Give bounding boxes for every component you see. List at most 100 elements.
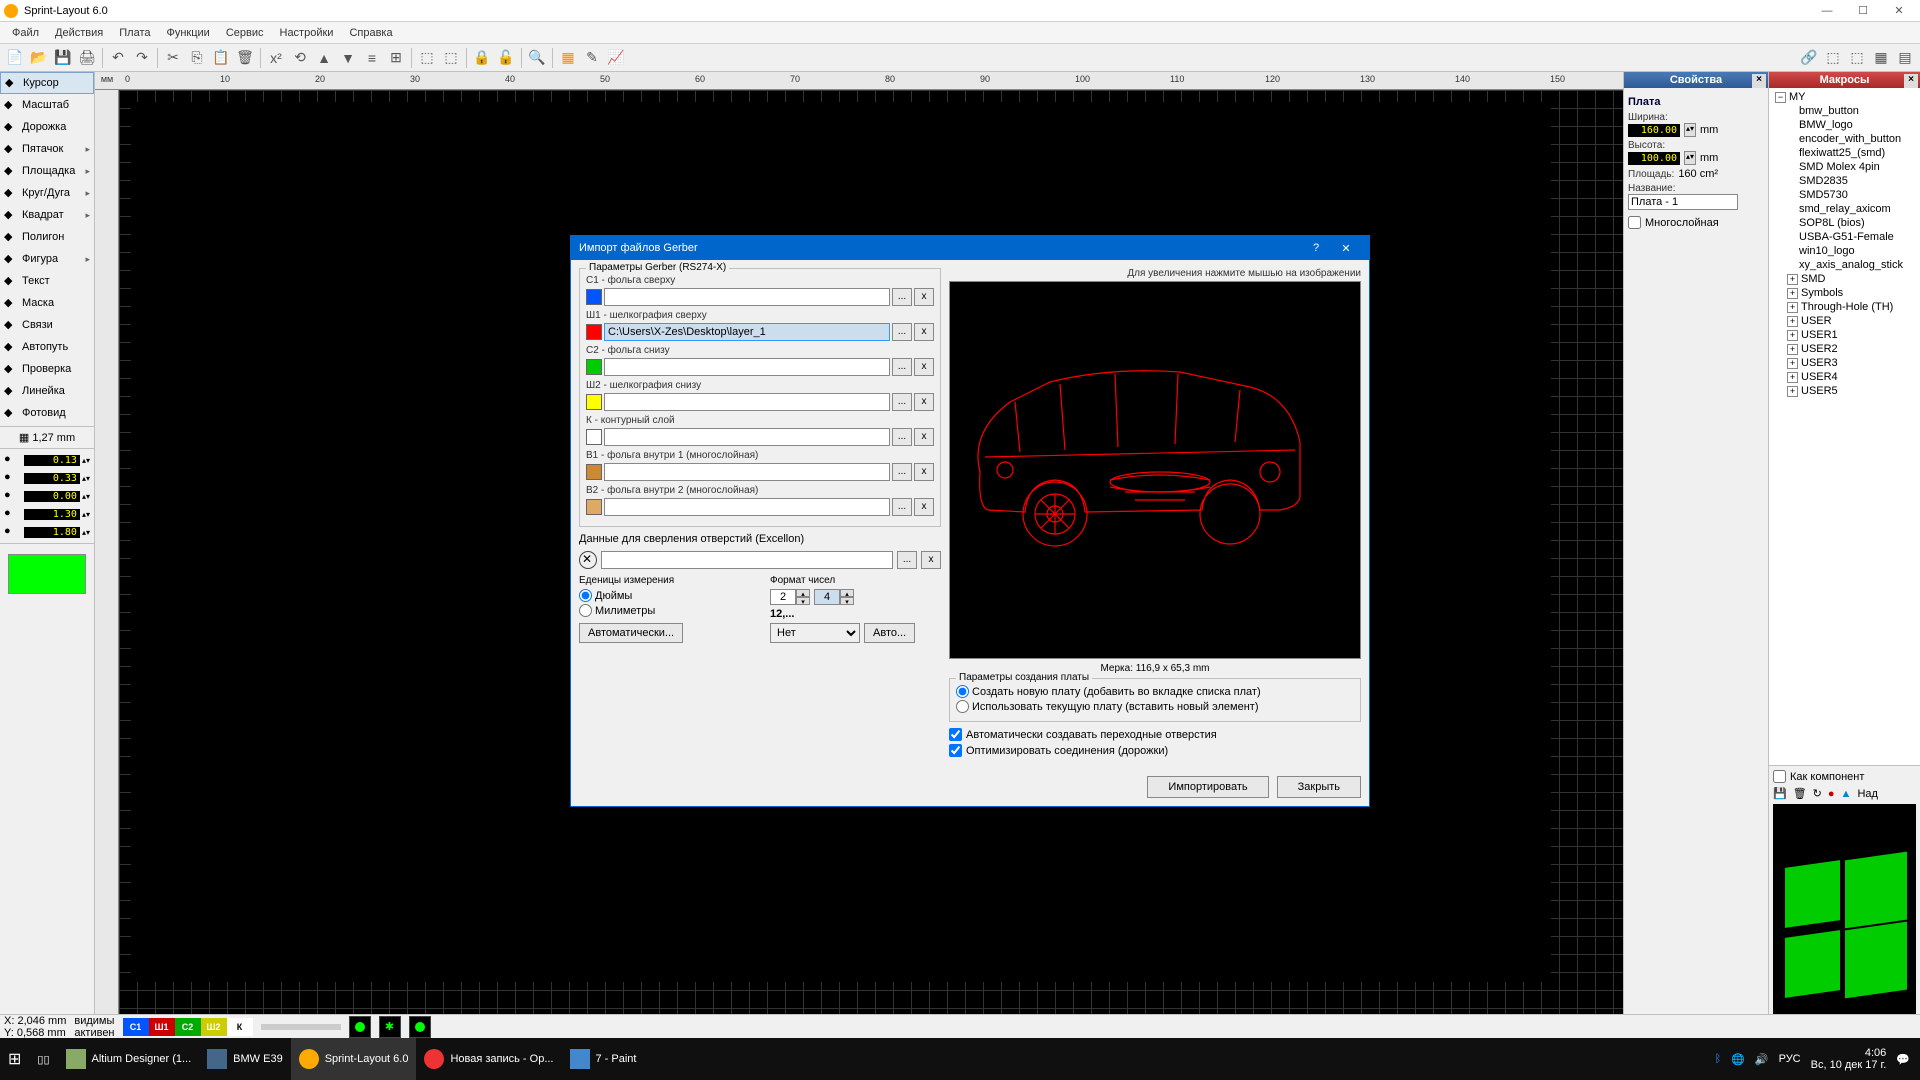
copy-icon[interactable]: ⎘ [186,47,208,69]
paste-icon[interactable]: 📋 [210,47,232,69]
menu-file[interactable]: Файл [4,27,47,39]
tool-Автопуть[interactable]: ◆Автопуть [0,336,94,358]
undo-icon[interactable]: ↶ [107,47,129,69]
group-icon[interactable]: ⬚ [416,47,438,69]
unit-inches-radio[interactable] [579,589,592,602]
layer-С1[interactable]: С1 [123,1018,149,1036]
delete-icon[interactable]: 🗑 [234,47,256,69]
menu-actions[interactable]: Действия [47,27,111,39]
layer-file-2[interactable] [604,358,890,376]
fliph-icon[interactable]: ▲ [313,47,335,69]
tool-Линейка[interactable]: ◆Линейка [0,380,94,402]
flipv-icon[interactable]: ▼ [337,47,359,69]
layer-file-0[interactable] [604,288,890,306]
macro-folder[interactable]: +Through-Hole (TH) [1771,300,1918,314]
open-icon[interactable]: 📂 [28,47,50,69]
tool-Квадрат[interactable]: ◆Квадрат▸ [0,204,94,226]
macro-folder[interactable]: +SMD [1771,272,1918,286]
fmt-a-input[interactable] [770,589,796,605]
bluetooth-icon[interactable]: ᛒ [1715,1053,1722,1065]
lang-indicator[interactable]: РУС [1779,1053,1801,1065]
tool-Масштаб[interactable]: ◆Масштаб [0,94,94,116]
cut-icon[interactable]: ✂ [162,47,184,69]
macro-item[interactable]: SMD2835 [1771,174,1918,188]
drill-file-input[interactable] [601,551,893,569]
misc2-icon[interactable]: ⬚ [1846,47,1868,69]
tool-Связи[interactable]: ◆Связи [0,314,94,336]
macros-tree[interactable]: −MY bmw_buttonBMW_logoencoder_with_butto… [1769,88,1920,765]
macro-item[interactable]: SMD Molex 4pin [1771,160,1918,174]
menu-service[interactable]: Сервис [218,27,272,39]
task-altium[interactable]: Altium Designer (1... [58,1038,200,1080]
close-button[interactable]: ✕ [1882,1,1916,21]
format-select[interactable]: Нет [770,623,860,643]
indicator-3[interactable] [409,1016,431,1038]
clear-button[interactable]: x [914,498,934,516]
print-icon[interactable]: 🖨 [76,47,98,69]
tool-Пятачок[interactable]: ◆Пятачок▸ [0,138,94,160]
macro-folder[interactable]: +USER4 [1771,370,1918,384]
link-icon[interactable]: 🔗 [1798,47,1820,69]
macro-folder[interactable]: +USER3 [1771,356,1918,370]
dialog-close-button[interactable]: ✕ [1331,242,1361,255]
layer-К[interactable]: К [227,1018,253,1036]
spin-3[interactable]: 1.30 [24,509,80,520]
new-icon[interactable]: 📄 [4,47,26,69]
browse-button[interactable]: ... [892,393,912,411]
macro-item[interactable]: SMD5730 [1771,188,1918,202]
layer-file-3[interactable] [604,393,890,411]
start-button[interactable]: ⊞ [0,1038,29,1080]
taskview-button[interactable]: ▯▯ [29,1038,57,1080]
tool-Фигура[interactable]: ◆Фигура▸ [0,248,94,270]
browse-button[interactable]: ... [892,428,912,446]
rotate-icon[interactable]: ⟲ [289,47,311,69]
menu-functions[interactable]: Функции [158,27,217,39]
tool-icon[interactable]: x² [265,47,287,69]
tool-Круг/Дуга[interactable]: ◆Круг/Дуга▸ [0,182,94,204]
clear-button[interactable]: x [914,358,934,376]
notifications-icon[interactable]: 💬 [1896,1053,1910,1066]
edit-icon[interactable]: ✎ [581,47,603,69]
align-icon[interactable]: ≡ [361,47,383,69]
indicator-2[interactable]: ✱ [379,1016,401,1038]
import-button[interactable]: Импортировать [1147,776,1268,798]
task-sprint[interactable]: Sprint-Layout 6.0 [291,1038,417,1080]
macro-item[interactable]: SOP8L (bios) [1771,216,1918,230]
macro-item[interactable]: BMW_logo [1771,118,1918,132]
board-name-input[interactable] [1628,194,1738,210]
macro-item[interactable]: USBA-G51-Female [1771,230,1918,244]
width-input[interactable]: 160.00 [1628,124,1680,137]
clear-button[interactable]: x [921,551,941,569]
slider[interactable] [261,1024,341,1030]
search-icon[interactable]: 🔍 [526,47,548,69]
macro-folder[interactable]: +USER2 [1771,342,1918,356]
clear-button[interactable]: x [914,288,934,306]
macro-item[interactable]: xy_axis_analog_stick [1771,258,1918,272]
misc3-icon[interactable]: ▦ [1870,47,1892,69]
spin-2[interactable]: 0.00 [24,491,80,502]
maximize-button[interactable]: ☐ [1846,1,1880,21]
optimize-checkbox[interactable] [949,744,962,757]
macro-item[interactable]: win10_logo [1771,244,1918,258]
ungroup-icon[interactable]: ⬚ [440,47,462,69]
macro-item[interactable]: encoder_with_button [1771,132,1918,146]
height-input[interactable]: 100.00 [1628,152,1680,165]
spin-0[interactable]: 0.13 [24,455,80,466]
delete-icon[interactable]: 🗑 [1793,787,1807,800]
dialog-titlebar[interactable]: Импорт файлов Gerber ?✕ [571,236,1369,260]
tool-Проверка[interactable]: ◆Проверка [0,358,94,380]
macro-item[interactable]: smd_relay_axicom [1771,202,1918,216]
network-icon[interactable]: 🌐 [1731,1053,1745,1066]
clear-button[interactable]: x [914,323,934,341]
color-picker[interactable] [8,554,86,594]
macro-item[interactable]: flexiwatt25_(smd) [1771,146,1918,160]
menu-board[interactable]: Плата [111,27,158,39]
dot-icon[interactable]: ● [1828,788,1835,800]
layer-buttons[interactable]: С1Ш1С2Ш2К [123,1018,253,1036]
task-bmw[interactable]: BMW E39 [199,1038,291,1080]
macro-item[interactable]: bmw_button [1771,104,1918,118]
tool-Курсор[interactable]: ◆Курсор [0,72,94,94]
tool-Фотовид[interactable]: ◆Фотовид [0,402,94,424]
layers-icon[interactable]: ▦ [557,47,579,69]
marker-icon[interactable]: ▲ [1841,788,1852,800]
